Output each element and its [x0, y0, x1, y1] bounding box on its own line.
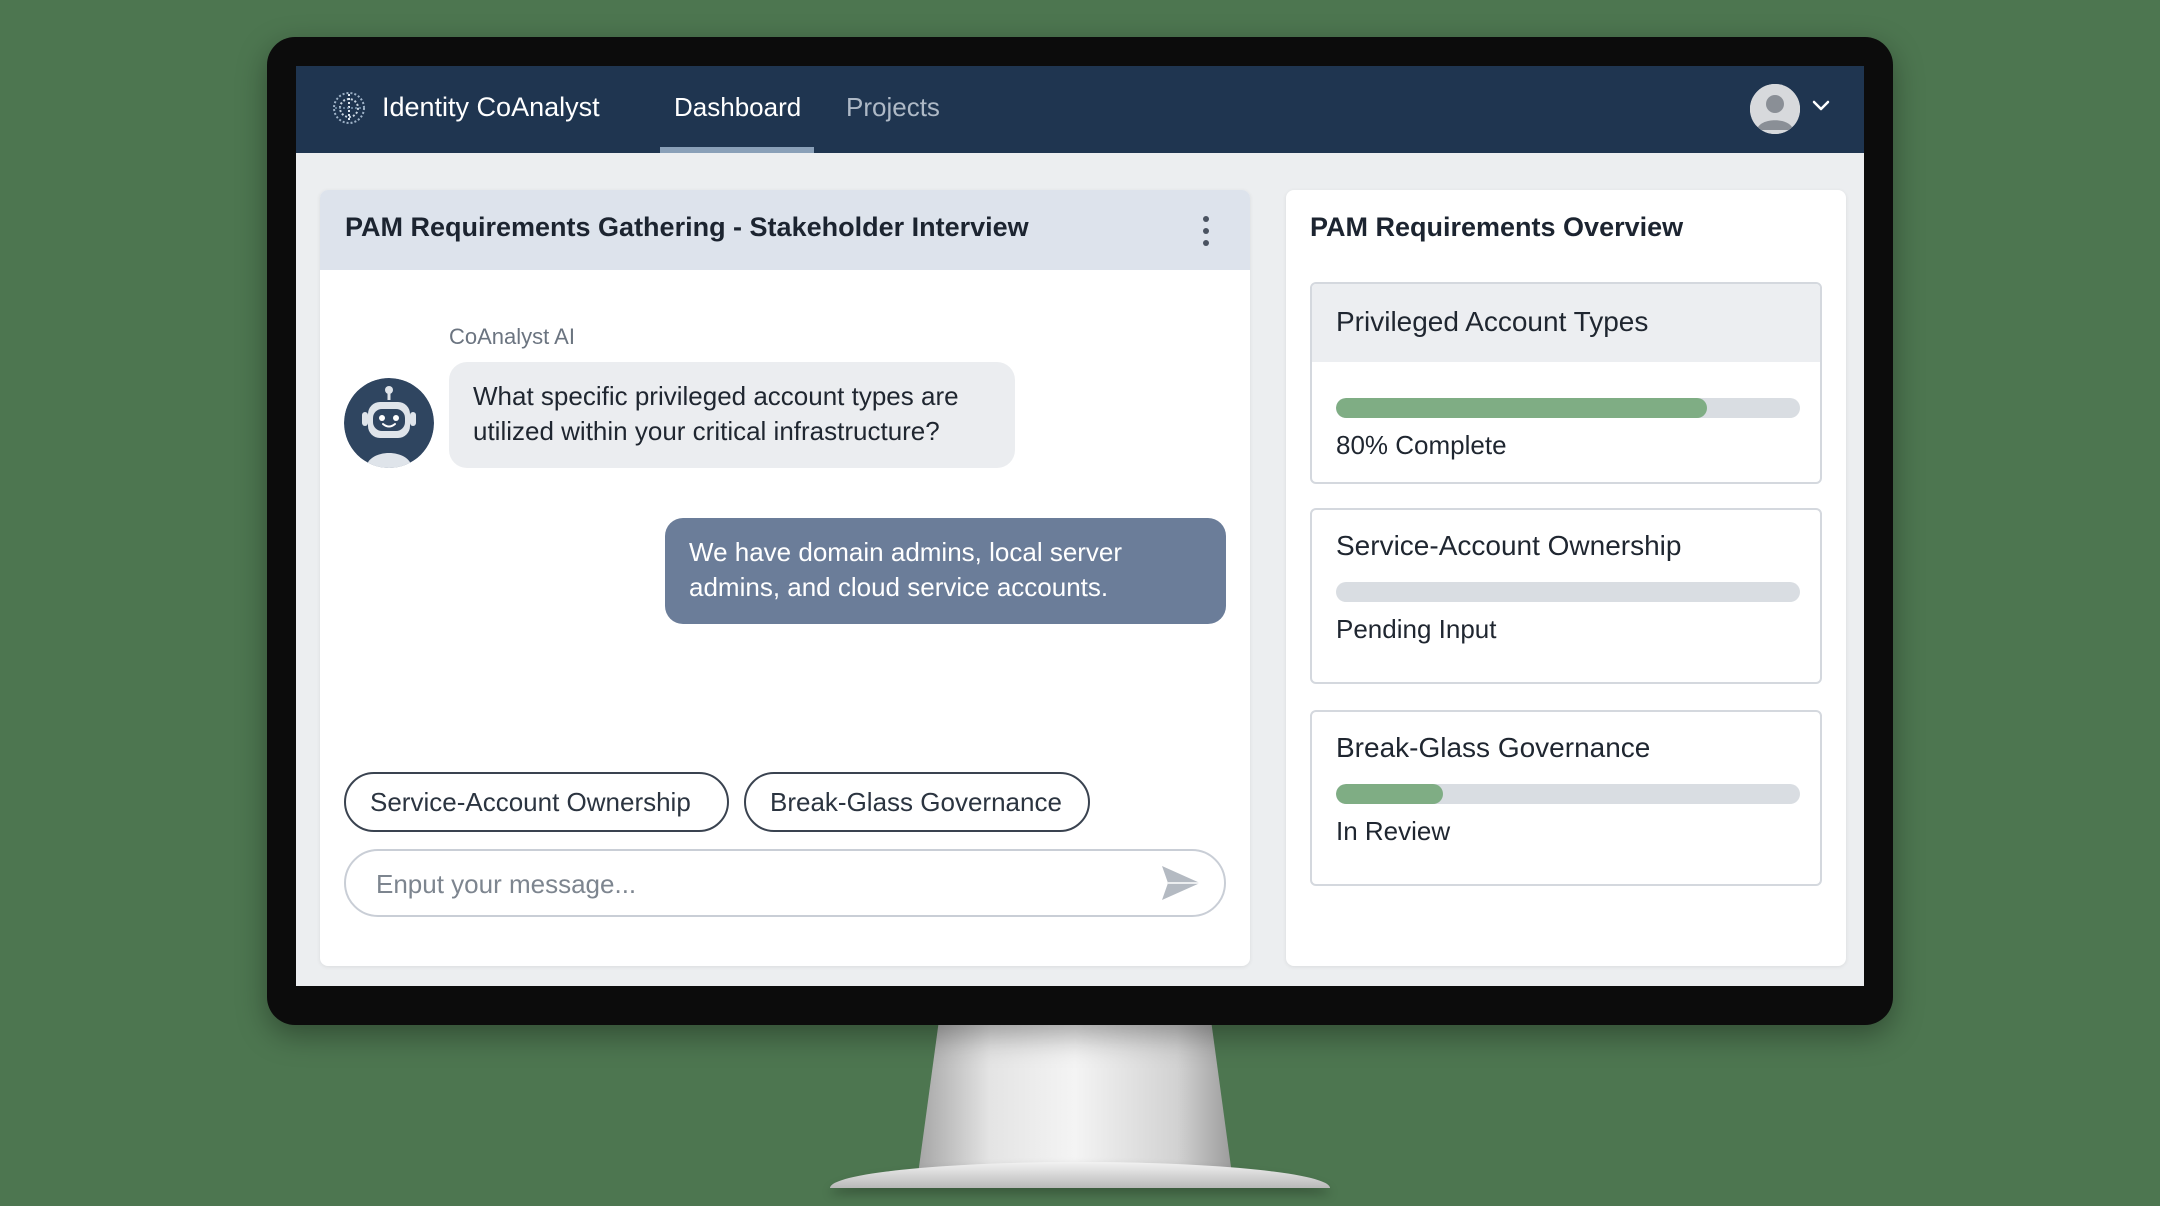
nav-tab-projects[interactable]: Projects — [846, 92, 940, 123]
chevron-down-icon[interactable] — [1808, 92, 1834, 118]
app-screen: Identity CoAnalyst Dashboard Projects PA… — [296, 66, 1864, 986]
message-input[interactable] — [374, 851, 1138, 917]
requirement-status: Pending Input — [1336, 614, 1497, 644]
user-avatar-icon[interactable] — [1750, 84, 1800, 134]
globe-logo-icon — [333, 92, 365, 124]
ai-sender-name: CoAnalyst AI — [449, 324, 575, 349]
robot-avatar-icon — [344, 378, 434, 468]
requirement-card-break-glass-governance[interactable]: Break-Glass Governance In Review — [1310, 710, 1822, 886]
requirement-title: Service-Account Ownership — [1336, 530, 1682, 561]
progress-fill — [1336, 784, 1443, 804]
requirement-status: In Review — [1336, 816, 1451, 846]
requirement-title: Break-Glass Governance — [1336, 732, 1651, 763]
overview-title: PAM Requirements Overview — [1310, 212, 1684, 242]
app-brand-name: Identity CoAnalyst — [382, 92, 600, 122]
user-message-bubble: We have domain admins, local server admi… — [665, 518, 1226, 624]
suggestion-chip-break-glass-governance[interactable]: Break-Glass Governance — [744, 772, 1090, 832]
progress-bar — [1336, 582, 1800, 602]
active-tab-indicator — [660, 147, 814, 153]
suggestion-chip-service-account-ownership[interactable]: Service-Account Ownership — [344, 772, 729, 832]
chat-header: PAM Requirements Gathering - Stakeholder… — [320, 190, 1250, 270]
send-icon[interactable] — [1160, 864, 1202, 902]
requirements-overview-panel: PAM Requirements Overview Privileged Acc… — [1286, 190, 1846, 966]
progress-fill — [1336, 398, 1708, 418]
progress-bar — [1336, 398, 1800, 418]
requirement-card-service-account-ownership[interactable]: Service-Account Ownership Pending Input — [1310, 508, 1822, 684]
more-vertical-icon[interactable] — [1196, 214, 1216, 248]
requirement-card-privileged-account-types[interactable]: Privileged Account Types 80% Complete — [1310, 282, 1822, 484]
chat-panel: PAM Requirements Gathering - Stakeholder… — [320, 190, 1250, 966]
requirement-title: Privileged Account Types — [1336, 306, 1649, 337]
nav-tab-dashboard[interactable]: Dashboard — [674, 92, 801, 123]
top-nav-bar: Identity CoAnalyst Dashboard Projects — [296, 66, 1864, 153]
progress-bar — [1336, 784, 1800, 804]
chat-title: PAM Requirements Gathering - Stakeholder… — [345, 212, 1029, 242]
ai-message-bubble: What specific privileged account types a… — [449, 362, 1015, 468]
requirement-status: 80% Complete — [1336, 430, 1507, 460]
message-composer — [344, 849, 1226, 917]
monitor-stand-base — [830, 1162, 1330, 1188]
monitor-stand-neck — [918, 1020, 1232, 1170]
